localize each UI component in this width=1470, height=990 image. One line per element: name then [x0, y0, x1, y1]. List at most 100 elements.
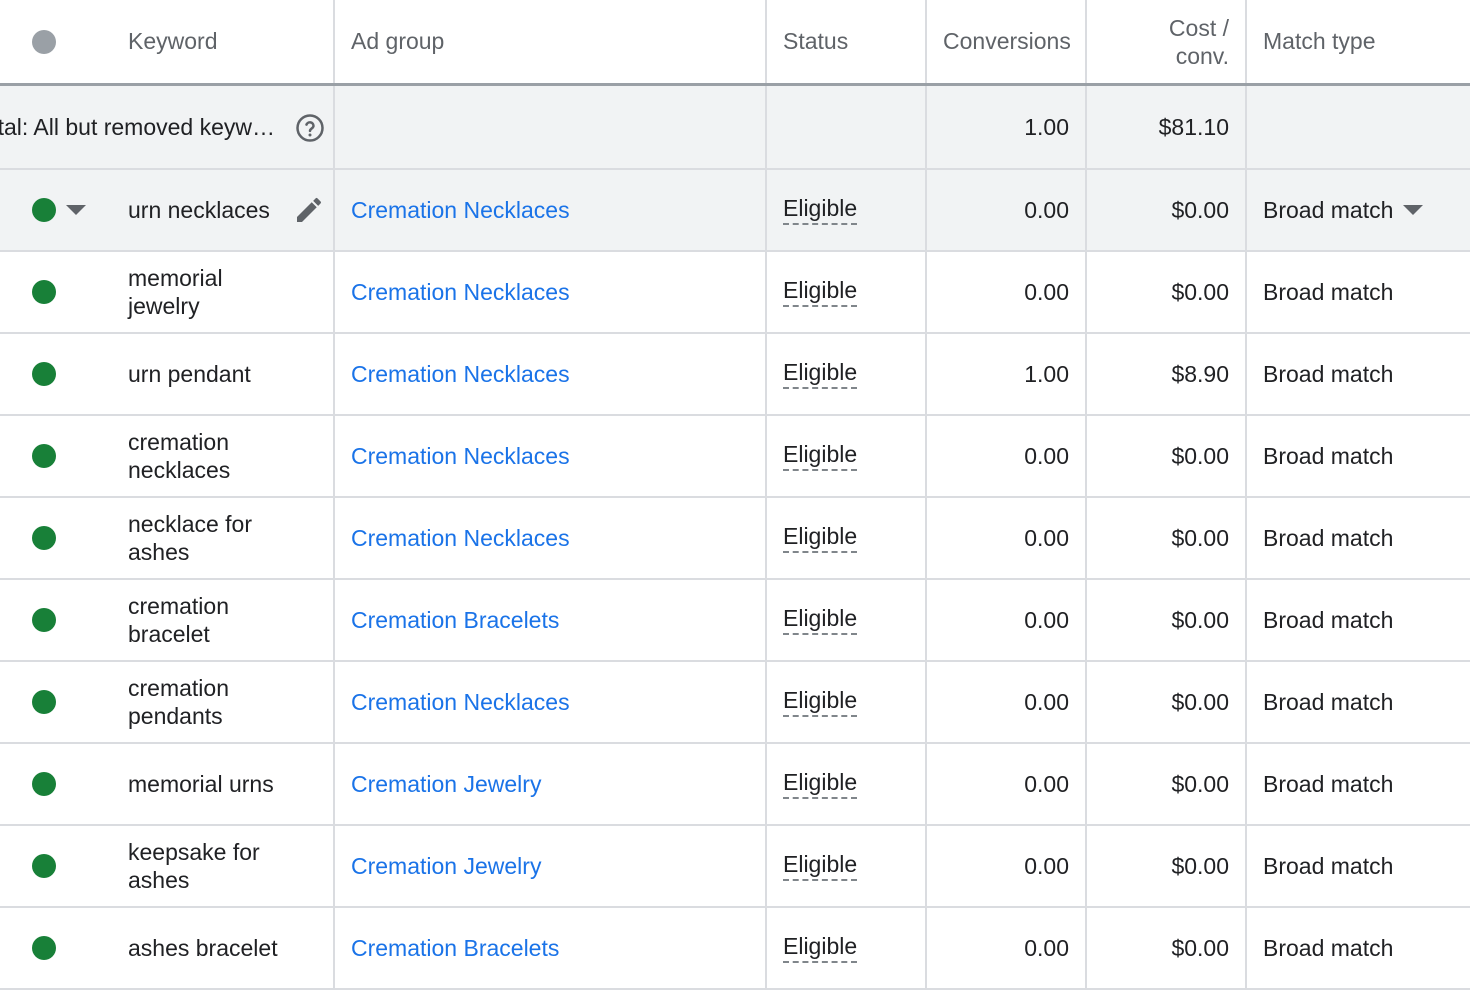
ad-group-link[interactable]: Cremation Necklaces: [351, 361, 570, 388]
ad-group-link[interactable]: Cremation Necklaces: [351, 689, 570, 716]
status-text[interactable]: Eligible: [783, 195, 858, 225]
status-dot-area: [0, 936, 128, 960]
table-row[interactable]: urn necklaces Cremation Necklaces Eligib…: [0, 170, 1470, 252]
keyword-cell: keepsake for ashes: [0, 826, 335, 906]
eligible-dot-icon[interactable]: [32, 772, 56, 796]
help-icon[interactable]: [295, 113, 325, 143]
match-type-cell: Broad match: [1247, 744, 1470, 824]
status-text[interactable]: Eligible: [783, 277, 858, 307]
table-row[interactable]: urn pendant Cremation Necklaces Eligible…: [0, 334, 1470, 416]
ad-group-cell: Cremation Bracelets: [335, 908, 767, 988]
header-keyword[interactable]: Keyword: [128, 28, 217, 55]
keyword-cell: urn necklaces: [0, 170, 335, 250]
table-row[interactable]: cremation pendants Cremation Necklaces E…: [0, 662, 1470, 744]
table-row[interactable]: cremation bracelet Cremation Bracelets E…: [0, 580, 1470, 662]
eligible-dot-icon[interactable]: [32, 362, 56, 386]
cost-conv-cell: $0.00: [1087, 252, 1247, 332]
keyword-text: cremation pendants: [128, 675, 229, 729]
eligible-dot-icon[interactable]: [32, 526, 56, 550]
status-dot-area: [0, 362, 128, 386]
conversions-cell: 0.00: [927, 498, 1087, 578]
eligible-dot-icon[interactable]: [32, 936, 56, 960]
keyword-cell: necklace for ashes: [0, 498, 335, 578]
total-cost-conv: $81.10: [1087, 86, 1247, 168]
ad-group-link[interactable]: Cremation Necklaces: [351, 279, 570, 306]
header-keyword-cell[interactable]: Keyword: [0, 0, 335, 83]
match-type-cell: Broad match: [1247, 334, 1470, 414]
status-text[interactable]: Eligible: [783, 851, 858, 881]
keyword-cell: cremation pendants: [0, 662, 335, 742]
table-row[interactable]: necklace for ashes Cremation Necklaces E…: [0, 498, 1470, 580]
ad-group-cell: Cremation Necklaces: [335, 170, 767, 250]
pencil-icon[interactable]: [293, 194, 325, 226]
status-dot-area: [0, 690, 128, 714]
keyword-text: cremation bracelet: [128, 593, 229, 647]
header-match-type[interactable]: Match type: [1247, 0, 1470, 83]
keyword-text: necklace for ashes: [128, 511, 253, 565]
status-text[interactable]: Eligible: [783, 359, 858, 389]
keywords-table: Keyword Ad group Status Conversions Cost…: [0, 0, 1470, 990]
conversions-cell: 0.00: [927, 416, 1087, 496]
status-text[interactable]: Eligible: [783, 441, 858, 471]
table-row[interactable]: ashes bracelet Cremation Bracelets Eligi…: [0, 908, 1470, 990]
eligible-dot-icon[interactable]: [32, 854, 56, 878]
match-type-text: Broad match: [1263, 934, 1394, 961]
ad-group-link[interactable]: Cremation Bracelets: [351, 935, 559, 962]
status-dot-area: [0, 444, 128, 468]
header-cost-conv-line2: conv.: [1175, 42, 1229, 69]
keyword-cell: memorial urns: [0, 744, 335, 824]
status-text[interactable]: Eligible: [783, 769, 858, 799]
eligible-dot-icon[interactable]: [32, 198, 56, 222]
conversions-cell: 0.00: [927, 170, 1087, 250]
eligible-dot-icon[interactable]: [32, 690, 56, 714]
status-dot-area: [0, 280, 128, 304]
header-cost-conv[interactable]: Cost / conv.: [1087, 0, 1247, 83]
cost-conv-cell: $0.00: [1087, 416, 1247, 496]
match-type-cell: Broad match: [1247, 498, 1470, 578]
status-cell: Eligible: [767, 170, 927, 250]
match-type-dropdown-caret-icon[interactable]: [1403, 205, 1424, 215]
status-cell: Eligible: [767, 252, 927, 332]
conversions-cell: 0.00: [927, 252, 1087, 332]
table-row[interactable]: cremation necklaces Cremation Necklaces …: [0, 416, 1470, 498]
eligible-dot-icon[interactable]: [32, 444, 56, 468]
keyword-text: cremation necklaces: [128, 429, 231, 483]
total-row: Total: All but removed keyw… 1.00 $81.10: [0, 86, 1470, 170]
status-cell: Eligible: [767, 498, 927, 578]
status-text[interactable]: Eligible: [783, 605, 858, 635]
status-text[interactable]: Eligible: [783, 933, 858, 963]
status-text[interactable]: Eligible: [783, 523, 858, 553]
ad-group-link[interactable]: Cremation Jewelry: [351, 853, 541, 880]
status-cell: Eligible: [767, 580, 927, 660]
table-row[interactable]: keepsake for ashes Cremation Jewelry Eli…: [0, 826, 1470, 908]
ad-group-link[interactable]: Cremation Necklaces: [351, 197, 570, 224]
total-status-cell: [767, 86, 927, 168]
ad-group-link[interactable]: Cremation Bracelets: [351, 607, 559, 634]
status-text[interactable]: Eligible: [783, 687, 858, 717]
match-type-text: Broad match: [1263, 770, 1394, 797]
match-type-cell: Broad match: [1247, 826, 1470, 906]
table-body: urn necklaces Cremation Necklaces Eligib…: [0, 170, 1470, 990]
table-row[interactable]: memorial jewelry Cremation Necklaces Eli…: [0, 252, 1470, 334]
status-filter-dot-icon[interactable]: [32, 29, 56, 54]
header-conversions[interactable]: Conversions: [927, 0, 1087, 83]
ad-group-link[interactable]: Cremation Jewelry: [351, 771, 541, 798]
keyword-cell: cremation bracelet: [0, 580, 335, 660]
cost-conv-cell: $0.00: [1087, 908, 1247, 988]
ad-group-cell: Cremation Jewelry: [335, 744, 767, 824]
header-ad-group[interactable]: Ad group: [335, 0, 767, 83]
ad-group-link[interactable]: Cremation Necklaces: [351, 443, 570, 470]
table-row[interactable]: memorial urns Cremation Jewelry Eligible…: [0, 744, 1470, 826]
header-status[interactable]: Status: [767, 0, 927, 83]
keyword-text: memorial urns: [128, 771, 274, 797]
total-label: Total: All but removed keyw…: [0, 113, 275, 140]
eligible-dot-icon[interactable]: [32, 280, 56, 304]
ad-group-cell: Cremation Necklaces: [335, 334, 767, 414]
match-type-text: Broad match: [1263, 688, 1394, 715]
keyword-cell: cremation necklaces: [0, 416, 335, 496]
conversions-cell: 1.00: [927, 334, 1087, 414]
ad-group-link[interactable]: Cremation Necklaces: [351, 525, 570, 552]
status-dropdown-caret-icon[interactable]: [66, 205, 86, 215]
match-type-text: Broad match: [1263, 278, 1394, 305]
eligible-dot-icon[interactable]: [32, 608, 56, 632]
